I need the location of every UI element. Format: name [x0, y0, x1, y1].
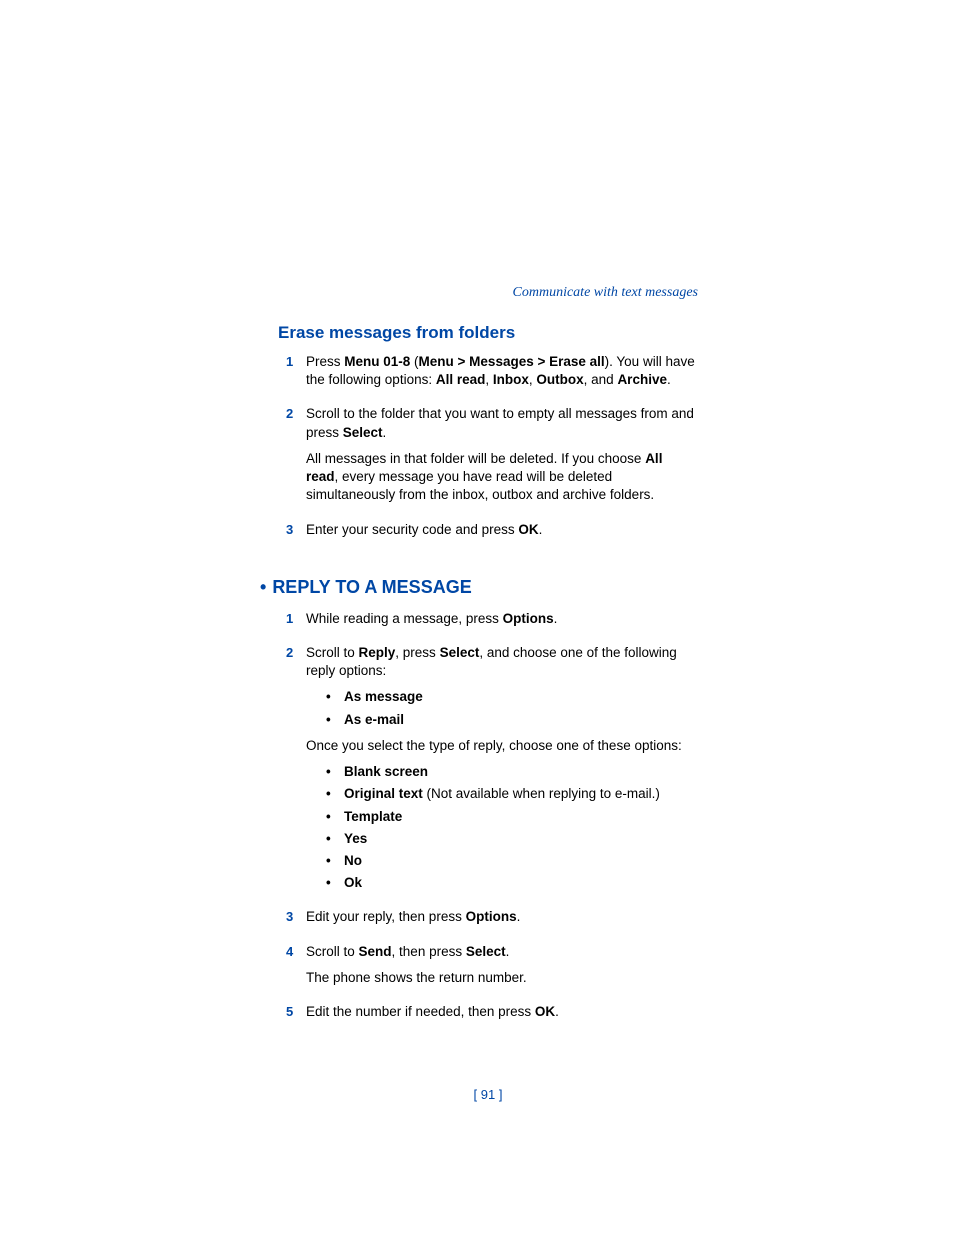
list-item: •No	[326, 852, 698, 870]
bullet-list: •As message •As e-mail	[326, 688, 698, 728]
list-item: •As message	[326, 688, 698, 706]
numbered-step: 2Scroll to the folder that you want to e…	[278, 405, 698, 512]
numbered-step: 1While reading a message, press Options.	[278, 610, 698, 636]
step-body: While reading a message, press Options.	[306, 610, 698, 636]
list-item: •Blank screen	[326, 763, 698, 781]
running-header: Communicate with text messages	[278, 285, 698, 301]
step-number: 1	[278, 353, 306, 397]
step-body: Edit the number if needed, then press OK…	[306, 1003, 698, 1029]
bullet-icon: •	[260, 577, 266, 598]
section2-steps: 1While reading a message, press Options.…	[278, 610, 698, 1030]
list-item: •Original text (Not available when reply…	[326, 785, 698, 803]
numbered-step: 5Edit the number if needed, then press O…	[278, 1003, 698, 1029]
step-body: Scroll to the folder that you want to em…	[306, 405, 698, 512]
numbered-step: 1Press Menu 01-8 (Menu > Messages > Eras…	[278, 353, 698, 397]
numbered-step: 3Edit your reply, then press Options.	[278, 908, 698, 934]
list-item: •Ok	[326, 874, 698, 892]
step-body: Scroll to Reply, press Select, and choos…	[306, 644, 698, 900]
step-number: 1	[278, 610, 306, 636]
page-number: [ 91 ]	[278, 1087, 698, 1102]
document-page: Communicate with text messages Erase mes…	[278, 285, 698, 1037]
list-item: •Yes	[326, 830, 698, 848]
section1-steps: 1Press Menu 01-8 (Menu > Messages > Eras…	[278, 353, 698, 547]
step-number: 3	[278, 521, 306, 547]
section-heading-erase: Erase messages from folders	[278, 323, 698, 343]
list-item: •As e-mail	[326, 711, 698, 729]
step-number: 3	[278, 908, 306, 934]
step-body: Scroll to Send, then press Select.The ph…	[306, 943, 698, 995]
section-heading-reply: •REPLY TO A MESSAGE	[260, 577, 698, 598]
numbered-step: 2Scroll to Reply, press Select, and choo…	[278, 644, 698, 900]
step-body: Edit your reply, then press Options.	[306, 908, 698, 934]
step-number: 5	[278, 1003, 306, 1029]
bullet-list: •Blank screen •Original text (Not availab…	[326, 763, 698, 892]
list-item: •Template	[326, 808, 698, 826]
step-body: Press Menu 01-8 (Menu > Messages > Erase…	[306, 353, 698, 397]
step-number: 2	[278, 644, 306, 900]
numbered-step: 4Scroll to Send, then press Select.The p…	[278, 943, 698, 995]
numbered-step: 3Enter your security code and press OK.	[278, 521, 698, 547]
step-body: Enter your security code and press OK.	[306, 521, 698, 547]
step-number: 4	[278, 943, 306, 995]
step-number: 2	[278, 405, 306, 512]
